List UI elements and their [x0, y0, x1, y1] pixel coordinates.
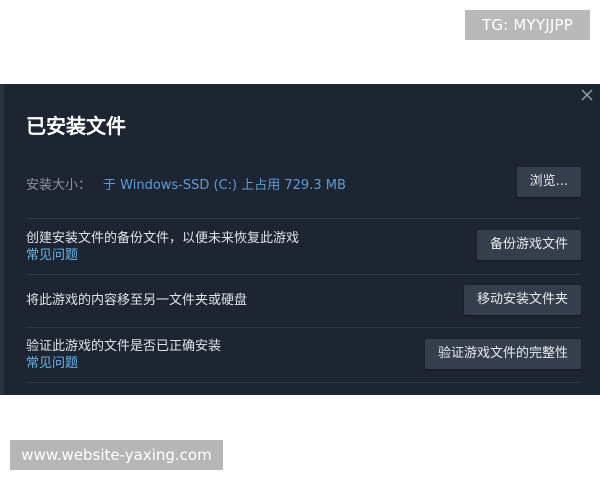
- close-icon-glyph: [581, 89, 593, 101]
- dialog-title: 已安装文件: [26, 114, 126, 138]
- row-divider: [26, 382, 580, 383]
- dialog-left-edge: [0, 84, 4, 395]
- install-size-value: 于 Windows-SSD (C:) 上占用 729.3 MB: [103, 178, 346, 193]
- site-watermark: www.website-yaxing.com: [10, 440, 223, 470]
- verify-integrity-button[interactable]: 验证游戏文件的完整性: [424, 339, 581, 369]
- browse-button[interactable]: 浏览...: [516, 167, 581, 197]
- row-divider: [26, 218, 580, 219]
- row-divider: [26, 274, 580, 275]
- backup-game-files-button[interactable]: 备份游戏文件: [476, 230, 581, 260]
- row-divider: [26, 327, 580, 328]
- move-install-folder-button[interactable]: 移动安装文件夹: [463, 285, 581, 315]
- close-icon[interactable]: [580, 87, 594, 101]
- installed-files-dialog: 已安装文件 安装大小： 于 Windows-SSD (C:) 上占用 729.3 …: [0, 84, 600, 395]
- tg-watermark: TG: MYYJJPP: [465, 10, 590, 40]
- install-size-row: 安装大小： 于 Windows-SSD (C:) 上占用 729.3 MB: [26, 174, 580, 193]
- install-size-label: 安装大小：: [26, 178, 92, 193]
